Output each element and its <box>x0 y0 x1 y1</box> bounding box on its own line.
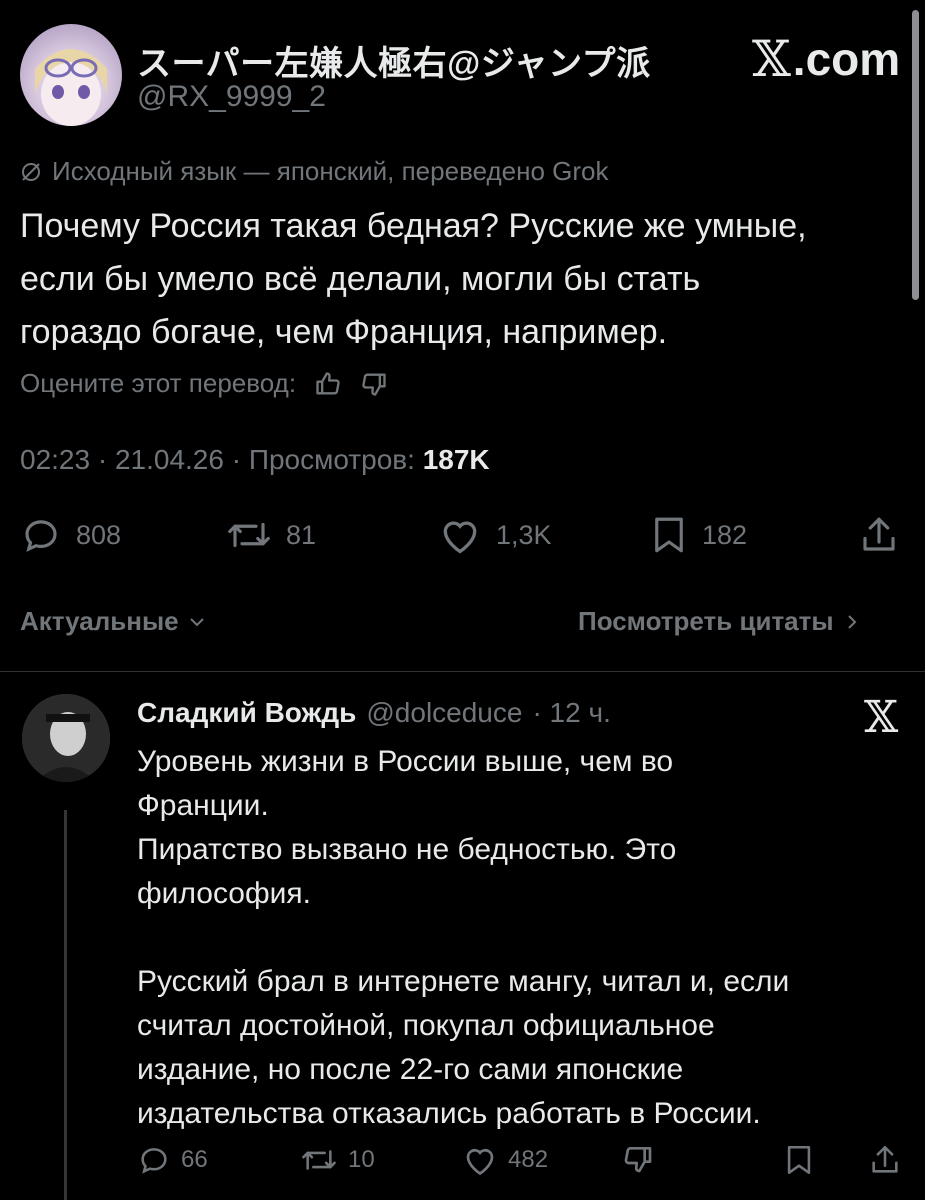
reply-like-count: 482 <box>508 1146 549 1173</box>
reply-button[interactable]: 808 <box>20 514 121 556</box>
reply-author-handle[interactable]: @dolceduce <box>366 697 522 729</box>
section-divider <box>0 671 925 672</box>
reply-header: Сладкий Вождь @dolceduce · 12 ч. <box>137 697 611 729</box>
rate-translation-label: Оцените этот перевод: <box>20 368 297 398</box>
repost-count: 81 <box>286 519 317 550</box>
bookmark-count: 182 <box>702 519 748 550</box>
author-avatar[interactable] <box>20 24 122 126</box>
like-count: 1,3K <box>496 519 552 550</box>
share-button[interactable] <box>858 514 900 556</box>
repost-icon <box>300 1143 338 1177</box>
reply-icon <box>20 514 62 556</box>
thread-line <box>64 810 67 1200</box>
x-logo-icon: 𝕏 <box>752 30 791 88</box>
translation-notice[interactable]: Исходный язык — японский, переведено Gro… <box>20 156 609 187</box>
reply-author-avatar[interactable] <box>22 694 110 782</box>
sort-label: Актуальные <box>20 606 179 636</box>
heart-icon <box>438 514 482 556</box>
reply-icon <box>137 1143 171 1177</box>
post-meta: 02:23 · 21.04.26 · Просмотров: 187K <box>20 444 490 476</box>
like-button[interactable]: 1,3K <box>438 514 552 556</box>
x-com-logo: 𝕏 .com <box>752 30 900 88</box>
chevron-right-icon <box>842 612 862 632</box>
post-timestamp[interactable]: 02:23 · 21.04.26 · <box>20 444 249 475</box>
reply-time[interactable]: · 12 ч. <box>532 697 610 729</box>
reply-share-button[interactable] <box>868 1143 902 1177</box>
thumbs-down-icon <box>622 1143 654 1175</box>
share-icon <box>858 514 900 556</box>
heart-icon <box>462 1143 498 1177</box>
scrollbar[interactable] <box>912 10 919 300</box>
views-label: Просмотров: <box>248 444 423 475</box>
repost-icon <box>226 514 272 556</box>
translate-icon <box>20 161 42 183</box>
reply-author-name[interactable]: Сладкий Вождь <box>137 697 356 729</box>
reply-bookmark-button[interactable] <box>784 1143 814 1177</box>
reply-like-button[interactable]: 482 <box>462 1143 548 1177</box>
bookmark-icon <box>784 1143 814 1177</box>
reply-count: 808 <box>76 519 122 550</box>
sort-replies-dropdown[interactable]: Актуальные <box>20 606 207 637</box>
quotes-label: Посмотреть цитаты <box>578 606 834 636</box>
thumbs-down-icon[interactable] <box>360 370 388 398</box>
reply-repost-button[interactable]: 10 <box>300 1143 375 1177</box>
repost-button[interactable]: 81 <box>226 514 316 556</box>
reply-dislike-button[interactable] <box>622 1143 654 1175</box>
x-logo-icon: 𝕏 <box>864 692 899 743</box>
reply-reply-button[interactable]: 66 <box>137 1143 208 1177</box>
view-quotes-link[interactable]: Посмотреть цитаты <box>578 606 862 637</box>
share-icon <box>868 1143 902 1177</box>
reply-text: Уровень жизни в России выше, чем во Фран… <box>137 745 790 1130</box>
rate-translation-row: Оцените этот перевод: <box>20 368 388 399</box>
author-display-name[interactable]: スーパー左嫌人極右@ジャンプ派 <box>137 36 651 85</box>
reply-repost-count: 10 <box>348 1146 375 1173</box>
bookmark-button[interactable]: 182 <box>650 514 747 556</box>
author-handle[interactable]: @RX_9999_2 <box>137 80 326 114</box>
chevron-down-icon <box>187 612 207 632</box>
site-label: .com <box>792 33 901 85</box>
post-text: Почему Россия такая бедная? Русские же у… <box>20 207 807 351</box>
translation-notice-text: Исходный язык — японский, переведено Gro… <box>52 156 609 186</box>
reply-reply-count: 66 <box>181 1146 208 1173</box>
bookmark-icon <box>650 514 688 556</box>
views-count: 187K <box>422 444 490 475</box>
thumbs-up-icon[interactable] <box>314 370 342 398</box>
